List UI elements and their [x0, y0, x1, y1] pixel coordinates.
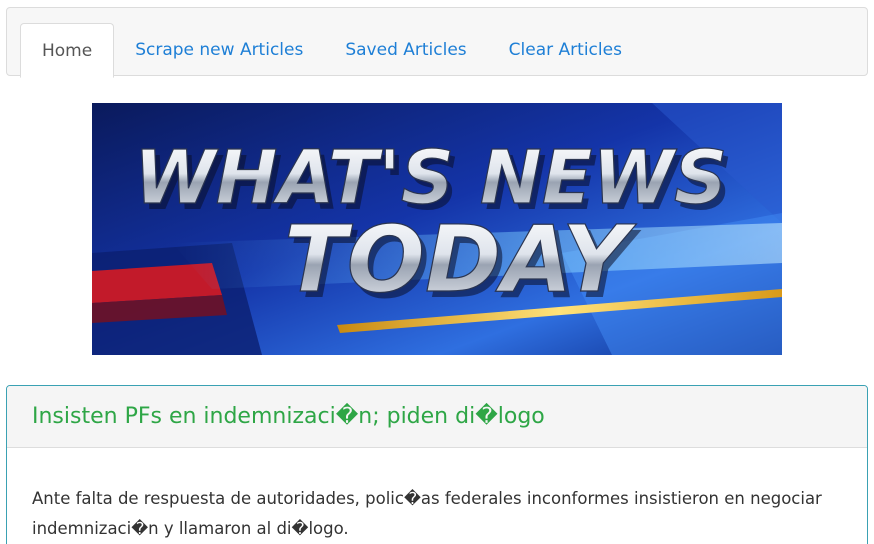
tab-clear-articles[interactable]: Clear Articles [488, 23, 643, 77]
tab-saved-articles[interactable]: Saved Articles [324, 23, 487, 77]
banner-image: WHAT'S NEWS WHAT'S NEWS TODAY TODAY [92, 103, 782, 355]
banner-line2: TODAY [284, 206, 637, 313]
article-card-body: Ante falta de respuesta de autoridades, … [7, 448, 867, 544]
article-card: Insisten PFs en indemnizaci�n; piden di�… [6, 385, 868, 544]
tab-scrape-new-articles[interactable]: Scrape new Articles [114, 23, 324, 77]
tab-home[interactable]: Home [20, 23, 115, 78]
article-title[interactable]: Insisten PFs en indemnizaci�n; piden di�… [32, 404, 545, 429]
nav-bar: Home Scrape new Articles Saved Articles … [6, 7, 868, 78]
article-card-header: Insisten PFs en indemnizaci�n; piden di�… [7, 386, 867, 448]
article-summary: Ante falta de respuesta de autoridades, … [32, 489, 822, 538]
nav-tabs: Home Scrape new Articles Saved Articles … [20, 23, 643, 78]
